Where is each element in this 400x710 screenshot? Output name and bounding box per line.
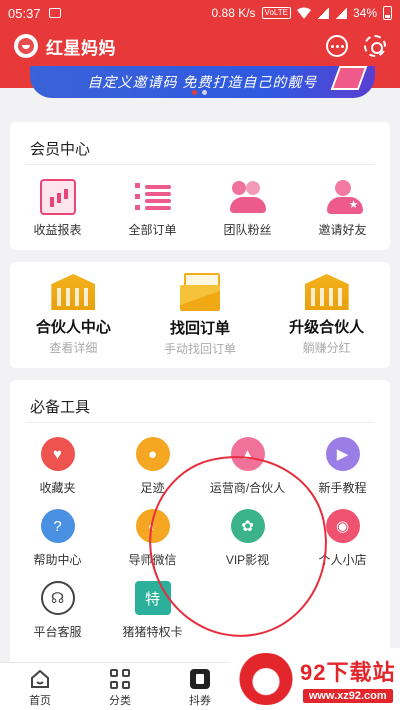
tab-coupon[interactable]: 抖券 [160, 663, 240, 710]
signal-icon [316, 7, 329, 19]
tab-label: 首页 [29, 695, 51, 707]
app-header: 红星妈妈 [0, 26, 400, 66]
retrieve-order-title: 找回订单 [169, 320, 230, 337]
tool-label: 猪猪特权卡 [122, 625, 183, 639]
banner-text: 自定义邀请码 免费打造自己的靓号 [87, 74, 318, 90]
volte-badge: VoLTE [261, 7, 291, 19]
partner-center[interactable]: 合伙人中心 查看详细 [10, 274, 136, 356]
member-item-label: 收益报表 [33, 223, 82, 237]
retrieve-order-sub: 手动找回订单 [163, 342, 236, 356]
footprint-icon: ● [135, 437, 170, 471]
site-watermark: 92下载站 www.xz92.com [230, 648, 400, 710]
team-icon [229, 179, 266, 215]
member-item-report[interactable]: 收益报表 [10, 179, 105, 238]
envelope-icon [179, 273, 220, 311]
gear-icon[interactable] [364, 35, 386, 57]
avatar-face-icon [18, 38, 34, 54]
member-center-title: 会员中心 [30, 141, 91, 158]
member-center-card: 会员中心 收益报表 全部订单 团队粉丝 邀请好友 [10, 122, 390, 250]
tool-label: 收藏夹 [39, 481, 76, 495]
tool-label: 新手教程 [318, 481, 367, 495]
battery-icon [383, 6, 392, 20]
member-item-label: 邀请好友 [318, 223, 367, 237]
help-icon: ? [40, 509, 75, 543]
page-title: 红星妈妈 [46, 38, 116, 58]
category-icon [110, 669, 130, 689]
avatar[interactable] [14, 34, 38, 58]
list-icon [134, 179, 171, 215]
net-speed: 0.88 K/s [211, 6, 256, 20]
tab-home[interactable]: 首页 [0, 663, 80, 710]
headset-icon: ☊ [40, 581, 75, 615]
tab-category[interactable]: 分类 [80, 663, 160, 710]
bank-icon [51, 274, 96, 310]
shop-icon: ◉ [325, 509, 360, 543]
watermark-url: www.xz92.com [302, 689, 393, 703]
status-time: 05:37 [8, 5, 41, 21]
upgrade-partner-sub: 躺赚分红 [302, 341, 351, 355]
tab-label: 分类 [109, 695, 131, 707]
heart-icon: ♥ [40, 437, 75, 471]
pager-dot-active [192, 90, 197, 95]
home-icon [30, 669, 50, 689]
message-icon[interactable] [326, 35, 348, 57]
member-item-orders[interactable]: 全部订单 [105, 179, 200, 238]
member-item-invite[interactable]: 邀请好友 [295, 179, 390, 238]
upgrade-partner[interactable]: 升级合伙人 躺赚分红 [264, 274, 390, 356]
member-item-fans[interactable]: 团队粉丝 [200, 179, 295, 238]
tab-label: 抖券 [189, 695, 211, 707]
tools-title: 必备工具 [30, 399, 91, 416]
banner-area: 自定义邀请码 免费打造自己的靓号 [0, 66, 400, 104]
pager-dot [202, 90, 207, 95]
wifi-icon [296, 7, 311, 19]
play-icon: ▶ [325, 437, 360, 471]
tool-help[interactable]: ? 帮助中心 [10, 509, 105, 581]
banner-pager [192, 90, 207, 95]
signal-icon-2 [334, 7, 347, 19]
bank-icon [304, 274, 349, 310]
watermark-logo-icon [236, 653, 296, 705]
battery-text: 34% [352, 6, 377, 20]
tool-customer-service[interactable]: ☊ 平台客服 [10, 581, 105, 653]
watermark-name: 92下载站 [300, 660, 396, 685]
gallery-icon [48, 8, 61, 18]
tool-label: 帮助中心 [33, 553, 82, 567]
status-bar: 05:37 0.88 K/s VoLTE 34% [0, 0, 400, 26]
partner-center-sub: 查看详细 [49, 341, 98, 355]
tool-favorites[interactable]: ♥ 收藏夹 [10, 437, 105, 509]
tool-label: 平台客服 [33, 625, 82, 639]
coupon-icon [190, 669, 210, 689]
banner-decoration-icon [330, 66, 368, 90]
member-item-label: 团队粉丝 [223, 223, 272, 237]
invite-user-icon [325, 179, 363, 215]
upgrade-partner-title: 升级合伙人 [289, 319, 365, 336]
partner-center-title: 合伙人中心 [35, 319, 111, 336]
member-item-label: 全部订单 [128, 223, 177, 237]
report-chart-icon [39, 179, 76, 215]
retrieve-order[interactable]: 找回订单 手动找回订单 [137, 273, 263, 357]
tool-label: 足迹 [140, 481, 165, 495]
partner-card: 合伙人中心 查看详细 找回订单 手动找回订单 升级合伙人 躺赚分红 [10, 262, 390, 368]
